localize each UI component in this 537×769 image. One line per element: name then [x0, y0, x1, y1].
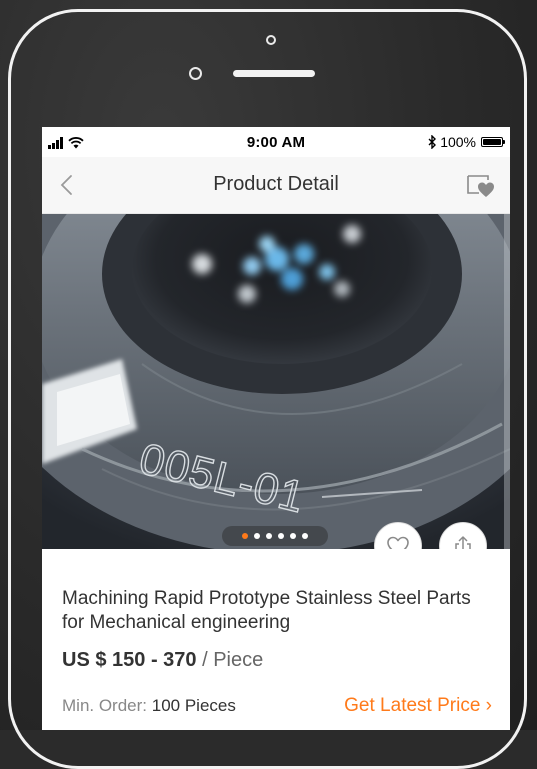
- pager-dot[interactable]: [242, 533, 248, 539]
- battery-percent: 100%: [440, 134, 476, 150]
- product-info: Machining Rapid Prototype Stainless Stee…: [42, 549, 510, 730]
- proximity-sensor: [189, 67, 202, 80]
- status-bar: 9:00 AM 100%: [42, 127, 510, 157]
- product-image: 005L-01: [42, 214, 510, 549]
- status-right: 100%: [428, 134, 505, 150]
- pager-dot[interactable]: [254, 533, 260, 539]
- price-unit: / Piece: [196, 649, 264, 671]
- product-price: US $ 150 - 370: [62, 649, 197, 671]
- min-order: Min. Order: 100 Pieces: [62, 696, 236, 716]
- page-title: Product Detail: [213, 173, 339, 195]
- min-order-value: 100 Pieces: [151, 696, 236, 715]
- product-title: Machining Rapid Prototype Stainless Stee…: [62, 588, 471, 633]
- pager-dot[interactable]: [290, 533, 296, 539]
- nav-bar: Product Detail: [42, 157, 510, 214]
- gallery-pager: [222, 526, 328, 546]
- product-image-gallery[interactable]: 005L-01: [42, 214, 510, 549]
- front-camera: [266, 35, 276, 45]
- pager-dot[interactable]: [278, 533, 284, 539]
- price-row: US $ 150 - 370 / Piece: [62, 649, 263, 672]
- battery-icon: [481, 137, 505, 147]
- min-order-label: Min. Order:: [62, 696, 152, 715]
- bluetooth-icon: [428, 135, 437, 149]
- phone-screen: 9:00 AM 100% Product Detail 005L-01 Mach…: [42, 127, 510, 730]
- pager-dot[interactable]: [266, 533, 272, 539]
- pager-dot[interactable]: [302, 533, 308, 539]
- get-latest-price-link[interactable]: Get Latest Price ›: [344, 695, 492, 717]
- earpiece-speaker: [233, 70, 315, 77]
- heart-folder-icon[interactable]: [464, 171, 494, 199]
